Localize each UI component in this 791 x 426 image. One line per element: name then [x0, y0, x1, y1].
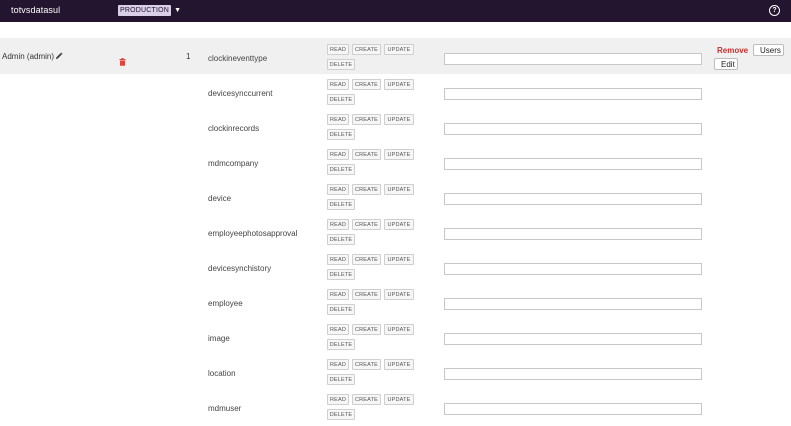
read-permission-toggle[interactable]: READ	[327, 324, 349, 335]
entity-row: image READ CREATE UPDATE DELETE	[0, 320, 791, 355]
read-permission-toggle[interactable]: READ	[327, 289, 349, 300]
entity-filter-input[interactable]	[444, 88, 702, 100]
entity-row: mdmuser READ CREATE UPDATE DELETE	[0, 390, 791, 425]
create-permission-toggle[interactable]: CREATE	[352, 44, 381, 55]
create-permission-toggle[interactable]: CREATE	[352, 254, 381, 265]
delete-permission-toggle[interactable]: DELETE	[327, 234, 355, 245]
entity-name: device	[208, 194, 232, 203]
entity-name: mdmuser	[208, 404, 242, 413]
read-permission-toggle[interactable]: READ	[327, 359, 349, 370]
chevron-down-icon[interactable]: ▼	[174, 6, 181, 15]
entity-name: location	[208, 369, 236, 378]
entity-filter-input[interactable]	[444, 193, 702, 205]
update-permission-toggle[interactable]: UPDATE	[384, 219, 414, 230]
read-permission-toggle[interactable]: READ	[327, 44, 349, 55]
update-permission-toggle[interactable]: UPDATE	[384, 149, 414, 160]
update-permission-toggle[interactable]: UPDATE	[384, 44, 414, 55]
entity-name: mdmcompany	[208, 159, 259, 168]
create-permission-toggle[interactable]: CREATE	[352, 324, 381, 335]
update-permission-toggle[interactable]: UPDATE	[384, 114, 414, 125]
entity-row: devicesynccurrent READ CREATE UPDATE DELETE	[0, 75, 791, 110]
entity-row: employeephotosapproval READ CREATE UPDATE DE…	[0, 215, 791, 250]
update-permission-toggle[interactable]: UPDATE	[384, 289, 414, 300]
update-permission-toggle[interactable]: UPDATE	[384, 79, 414, 90]
create-permission-toggle[interactable]: CREATE	[352, 184, 381, 195]
environment-selector[interactable]: PRODUCTION ▼	[118, 5, 181, 16]
delete-permission-toggle[interactable]: DELETE	[327, 339, 355, 350]
create-permission-toggle[interactable]: CREATE	[352, 219, 381, 230]
environment-badge[interactable]: PRODUCTION	[118, 5, 172, 16]
entity-filter-input[interactable]	[444, 403, 702, 415]
entity-name: employeephotosapproval	[208, 229, 298, 238]
update-permission-toggle[interactable]: UPDATE	[384, 324, 414, 335]
entity-name: clockineventtype	[208, 54, 268, 63]
help-icon[interactable]: ?	[769, 5, 780, 16]
app-name[interactable]: totvsdatasul	[11, 5, 60, 15]
entity-name: image	[208, 334, 230, 343]
create-permission-toggle[interactable]: CREATE	[352, 114, 381, 125]
remove-link[interactable]: Remove	[717, 46, 748, 55]
create-permission-toggle[interactable]: CREATE	[352, 79, 381, 90]
delete-permission-toggle[interactable]: DELETE	[327, 269, 355, 280]
create-permission-toggle[interactable]: CREATE	[352, 149, 381, 160]
entity-filter-input[interactable]	[444, 298, 702, 310]
entity-row: clockineventtype READ CREATE UPDATE DELETE	[0, 40, 791, 75]
create-permission-toggle[interactable]: CREATE	[352, 359, 381, 370]
users-button[interactable]: Users	[753, 44, 784, 56]
entity-filter-input[interactable]	[444, 333, 702, 345]
create-permission-toggle[interactable]: CREATE	[352, 289, 381, 300]
update-permission-toggle[interactable]: UPDATE	[384, 359, 414, 370]
update-permission-toggle[interactable]: UPDATE	[384, 254, 414, 265]
entity-row: clockinrecords READ CREATE UPDATE DELETE	[0, 110, 791, 145]
update-permission-toggle[interactable]: UPDATE	[384, 394, 414, 405]
delete-permission-toggle[interactable]: DELETE	[327, 94, 355, 105]
entity-row: employee READ CREATE UPDATE DELETE	[0, 285, 791, 320]
read-permission-toggle[interactable]: READ	[327, 114, 349, 125]
entity-name: employee	[208, 299, 243, 308]
entity-filter-input[interactable]	[444, 158, 702, 170]
entity-filter-input[interactable]	[444, 368, 702, 380]
delete-permission-toggle[interactable]: DELETE	[327, 374, 355, 385]
read-permission-toggle[interactable]: READ	[327, 254, 349, 265]
delete-permission-toggle[interactable]: DELETE	[327, 304, 355, 315]
entity-name: clockinrecords	[208, 124, 260, 133]
entity-filter-input[interactable]	[444, 263, 702, 275]
delete-permission-toggle[interactable]: DELETE	[327, 409, 355, 420]
delete-permission-toggle[interactable]: DELETE	[327, 59, 355, 70]
entity-filter-input[interactable]	[444, 53, 702, 65]
read-permission-toggle[interactable]: READ	[327, 219, 349, 230]
read-permission-toggle[interactable]: READ	[327, 184, 349, 195]
read-permission-toggle[interactable]: READ	[327, 79, 349, 90]
entity-row: mdmcompany READ CREATE UPDATE DELETE	[0, 145, 791, 180]
entity-name: devicesynccurrent	[208, 89, 273, 98]
create-permission-toggle[interactable]: CREATE	[352, 394, 381, 405]
top-bar: totvsdatasul PRODUCTION ▼ ?	[0, 0, 791, 22]
delete-permission-toggle[interactable]: DELETE	[327, 129, 355, 140]
entity-row: devicesynchistory READ CREATE UPDATE DELETE	[0, 250, 791, 285]
entity-row: device READ CREATE UPDATE DELETE	[0, 180, 791, 215]
entity-filter-input[interactable]	[444, 123, 702, 135]
read-permission-toggle[interactable]: READ	[327, 149, 349, 160]
update-permission-toggle[interactable]: UPDATE	[384, 184, 414, 195]
entity-row: location READ CREATE UPDATE DELETE	[0, 355, 791, 390]
entity-filter-input[interactable]	[444, 228, 702, 240]
entity-name: devicesynchistory	[208, 264, 272, 273]
delete-permission-toggle[interactable]: DELETE	[327, 164, 355, 175]
edit-button[interactable]: Edit	[714, 58, 738, 70]
read-permission-toggle[interactable]: READ	[327, 394, 349, 405]
delete-permission-toggle[interactable]: DELETE	[327, 199, 355, 210]
